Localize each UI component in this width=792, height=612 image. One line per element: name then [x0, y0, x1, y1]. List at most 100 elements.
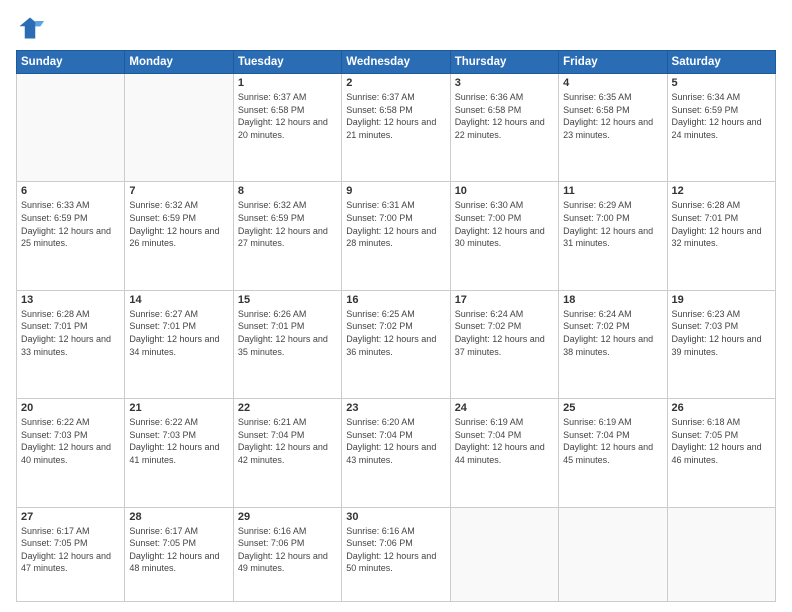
calendar-week-row: 13 Sunrise: 6:28 AM Sunset: 7:01 PM Dayli… — [17, 290, 776, 398]
day-number: 19 — [672, 294, 771, 306]
cell-info: Sunrise: 6:22 AM Sunset: 7:03 PM Dayligh… — [21, 416, 120, 466]
day-number: 6 — [21, 185, 120, 197]
calendar-table: SundayMondayTuesdayWednesdayThursdayFrid… — [16, 50, 776, 602]
calendar-cell: 27Sunrise: 6:17 AM Sunset: 7:05 PM Dayli… — [17, 507, 125, 601]
day-number: 18 — [563, 294, 662, 306]
day-number: 8 — [238, 185, 337, 197]
day-header-thursday: Thursday — [450, 51, 558, 74]
calendar-week-row: 6 Sunrise: 6:33 AM Sunset: 6:59 PM Daylig… — [17, 182, 776, 290]
calendar-cell: 5 Sunrise: 6:34 AM Sunset: 6:59 PM Daylig… — [667, 74, 775, 182]
day-number: 28 — [129, 511, 228, 523]
day-number: 1 — [238, 77, 337, 89]
calendar-cell: 13 Sunrise: 6:28 AM Sunset: 7:01 PM Dayli… — [17, 290, 125, 398]
cell-info: Sunrise: 6:20 AM Sunset: 7:04 PM Dayligh… — [346, 416, 445, 466]
calendar-cell — [667, 507, 775, 601]
calendar-cell: 2 Sunrise: 6:37 AM Sunset: 6:58 PM Daylig… — [342, 74, 450, 182]
cell-info: Sunrise: 6:37 AM Sunset: 6:58 PM Dayligh… — [238, 91, 337, 141]
calendar-cell: 18 Sunrise: 6:24 AM Sunset: 7:02 PM Dayli… — [559, 290, 667, 398]
day-number: 26 — [672, 402, 771, 414]
day-number: 23 — [346, 402, 445, 414]
day-number: 12 — [672, 185, 771, 197]
calendar-cell: 24 Sunrise: 6:19 AM Sunset: 7:04 PM Dayli… — [450, 399, 558, 507]
calendar-cell — [17, 74, 125, 182]
cell-info: Sunrise: 6:27 AM Sunset: 7:01 PM Dayligh… — [129, 308, 228, 358]
day-number: 17 — [455, 294, 554, 306]
day-header-monday: Monday — [125, 51, 233, 74]
calendar-cell — [450, 507, 558, 601]
calendar-cell: 17 Sunrise: 6:24 AM Sunset: 7:02 PM Dayli… — [450, 290, 558, 398]
calendar-cell: 12 Sunrise: 6:28 AM Sunset: 7:01 PM Dayli… — [667, 182, 775, 290]
cell-info: Sunrise: 6:24 AM Sunset: 7:02 PM Dayligh… — [455, 308, 554, 358]
cell-info: Sunrise: 6:21 AM Sunset: 7:04 PM Dayligh… — [238, 416, 337, 466]
day-header-saturday: Saturday — [667, 51, 775, 74]
calendar-cell: 14 Sunrise: 6:27 AM Sunset: 7:01 PM Dayli… — [125, 290, 233, 398]
day-number: 24 — [455, 402, 554, 414]
calendar-week-row: 27Sunrise: 6:17 AM Sunset: 7:05 PM Dayli… — [17, 507, 776, 601]
cell-info: Sunrise: 6:36 AM Sunset: 6:58 PM Dayligh… — [455, 91, 554, 141]
day-header-sunday: Sunday — [17, 51, 125, 74]
calendar-cell: 11 Sunrise: 6:29 AM Sunset: 7:00 PM Dayli… — [559, 182, 667, 290]
day-number: 7 — [129, 185, 228, 197]
calendar-week-row: 20 Sunrise: 6:22 AM Sunset: 7:03 PM Dayli… — [17, 399, 776, 507]
cell-info: Sunrise: 6:17 AM Sunset: 7:05 PM Dayligh… — [21, 525, 120, 575]
cell-info: Sunrise: 6:26 AM Sunset: 7:01 PM Dayligh… — [238, 308, 337, 358]
header — [16, 14, 776, 42]
calendar-cell: 30Sunrise: 6:16 AM Sunset: 7:06 PM Dayli… — [342, 507, 450, 601]
calendar-cell: 16Sunrise: 6:25 AM Sunset: 7:02 PM Dayli… — [342, 290, 450, 398]
calendar-cell — [125, 74, 233, 182]
calendar-cell: 3 Sunrise: 6:36 AM Sunset: 6:58 PM Daylig… — [450, 74, 558, 182]
day-number: 10 — [455, 185, 554, 197]
day-header-tuesday: Tuesday — [233, 51, 341, 74]
calendar-cell: 26Sunrise: 6:18 AM Sunset: 7:05 PM Dayli… — [667, 399, 775, 507]
cell-info: Sunrise: 6:34 AM Sunset: 6:59 PM Dayligh… — [672, 91, 771, 141]
day-number: 20 — [21, 402, 120, 414]
logo — [16, 14, 48, 42]
day-number: 15 — [238, 294, 337, 306]
calendar-cell — [559, 507, 667, 601]
cell-info: Sunrise: 6:16 AM Sunset: 7:06 PM Dayligh… — [238, 525, 337, 575]
cell-info: Sunrise: 6:33 AM Sunset: 6:59 PM Dayligh… — [21, 199, 120, 249]
calendar-cell: 6 Sunrise: 6:33 AM Sunset: 6:59 PM Daylig… — [17, 182, 125, 290]
cell-info: Sunrise: 6:28 AM Sunset: 7:01 PM Dayligh… — [21, 308, 120, 358]
cell-info: Sunrise: 6:19 AM Sunset: 7:04 PM Dayligh… — [455, 416, 554, 466]
day-number: 2 — [346, 77, 445, 89]
cell-info: Sunrise: 6:16 AM Sunset: 7:06 PM Dayligh… — [346, 525, 445, 575]
day-header-friday: Friday — [559, 51, 667, 74]
cell-info: Sunrise: 6:35 AM Sunset: 6:58 PM Dayligh… — [563, 91, 662, 141]
cell-info: Sunrise: 6:24 AM Sunset: 7:02 PM Dayligh… — [563, 308, 662, 358]
calendar-cell: 1 Sunrise: 6:37 AM Sunset: 6:58 PM Daylig… — [233, 74, 341, 182]
calendar-cell: 25 Sunrise: 6:19 AM Sunset: 7:04 PM Dayli… — [559, 399, 667, 507]
day-number: 11 — [563, 185, 662, 197]
cell-info: Sunrise: 6:29 AM Sunset: 7:00 PM Dayligh… — [563, 199, 662, 249]
calendar-cell: 7 Sunrise: 6:32 AM Sunset: 6:59 PM Daylig… — [125, 182, 233, 290]
cell-info: Sunrise: 6:22 AM Sunset: 7:03 PM Dayligh… — [129, 416, 228, 466]
cell-info: Sunrise: 6:19 AM Sunset: 7:04 PM Dayligh… — [563, 416, 662, 466]
day-number: 21 — [129, 402, 228, 414]
day-number: 4 — [563, 77, 662, 89]
day-number: 16 — [346, 294, 445, 306]
cell-info: Sunrise: 6:31 AM Sunset: 7:00 PM Dayligh… — [346, 199, 445, 249]
day-number: 29 — [238, 511, 337, 523]
calendar-cell: 15 Sunrise: 6:26 AM Sunset: 7:01 PM Dayli… — [233, 290, 341, 398]
cell-info: Sunrise: 6:28 AM Sunset: 7:01 PM Dayligh… — [672, 199, 771, 249]
calendar-cell: 9 Sunrise: 6:31 AM Sunset: 7:00 PM Daylig… — [342, 182, 450, 290]
day-number: 9 — [346, 185, 445, 197]
cell-info: Sunrise: 6:23 AM Sunset: 7:03 PM Dayligh… — [672, 308, 771, 358]
cell-info: Sunrise: 6:32 AM Sunset: 6:59 PM Dayligh… — [129, 199, 228, 249]
cell-info: Sunrise: 6:17 AM Sunset: 7:05 PM Dayligh… — [129, 525, 228, 575]
day-number: 14 — [129, 294, 228, 306]
day-number: 22 — [238, 402, 337, 414]
day-number: 5 — [672, 77, 771, 89]
cell-info: Sunrise: 6:32 AM Sunset: 6:59 PM Dayligh… — [238, 199, 337, 249]
day-number: 3 — [455, 77, 554, 89]
calendar-cell: 22 Sunrise: 6:21 AM Sunset: 7:04 PM Dayli… — [233, 399, 341, 507]
calendar-cell: 19 Sunrise: 6:23 AM Sunset: 7:03 PM Dayli… — [667, 290, 775, 398]
cell-info: Sunrise: 6:37 AM Sunset: 6:58 PM Dayligh… — [346, 91, 445, 141]
calendar-cell: 8 Sunrise: 6:32 AM Sunset: 6:59 PM Daylig… — [233, 182, 341, 290]
day-number: 13 — [21, 294, 120, 306]
day-number: 25 — [563, 402, 662, 414]
cell-info: Sunrise: 6:30 AM Sunset: 7:00 PM Dayligh… — [455, 199, 554, 249]
calendar-week-row: 1 Sunrise: 6:37 AM Sunset: 6:58 PM Daylig… — [17, 74, 776, 182]
calendar-header-row: SundayMondayTuesdayWednesdayThursdayFrid… — [17, 51, 776, 74]
page: SundayMondayTuesdayWednesdayThursdayFrid… — [0, 0, 792, 612]
